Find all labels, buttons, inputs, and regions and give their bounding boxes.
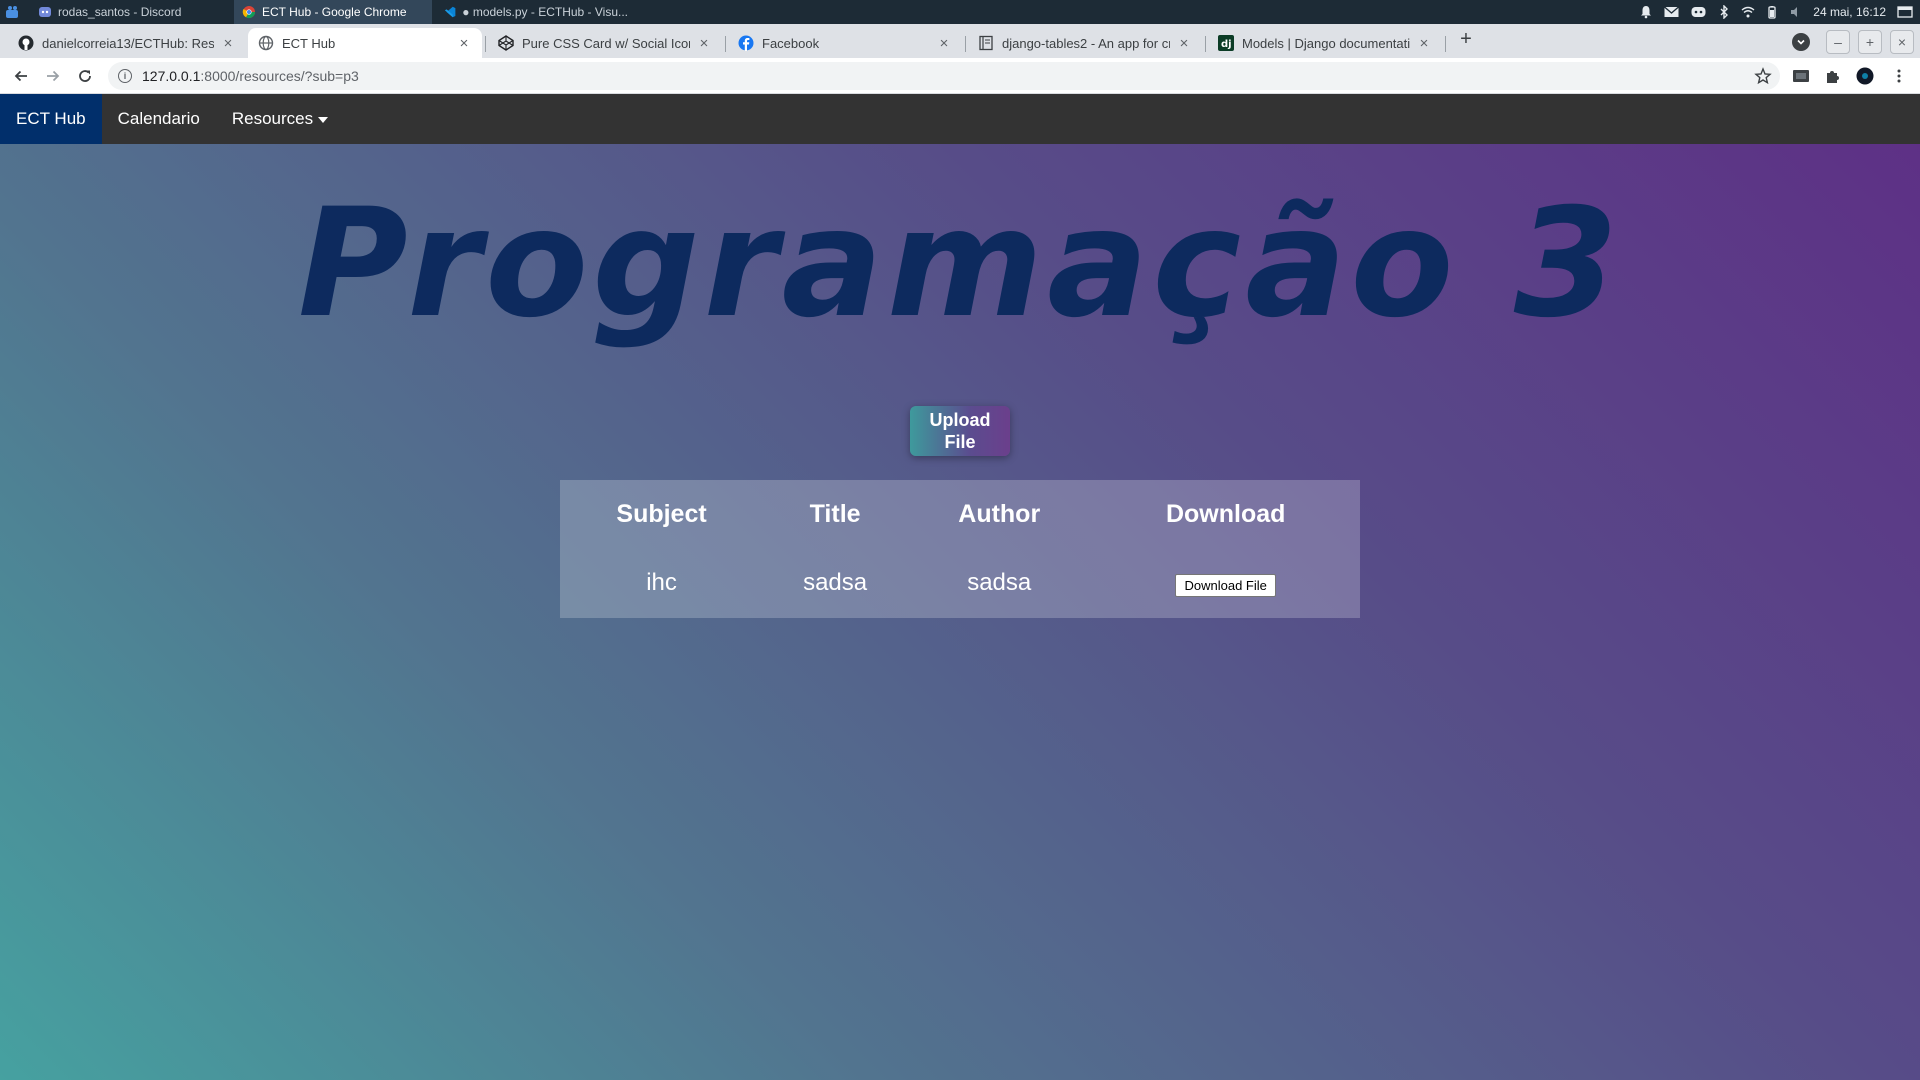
browser-tab-strip: danielcorreia13/ECTHub: Reso × ECT Hub ×… <box>0 24 1920 58</box>
table-row: ihc sadsa sadsa Download File <box>560 548 1360 618</box>
extensions-puzzle-icon[interactable] <box>1824 67 1842 85</box>
vscode-icon <box>444 6 456 18</box>
address-bar[interactable]: i 127.0.0.1:8000/resources/?sub=p3 <box>108 62 1780 90</box>
bookmark-star-icon[interactable] <box>1754 67 1772 85</box>
tab-title: Models | Django documentatio <box>1242 35 1410 51</box>
nav-dropdown-resources[interactable]: Resources <box>216 94 344 144</box>
notification-bell-icon[interactable] <box>1639 5 1653 19</box>
browser-tab-ect-hub[interactable]: ECT Hub × <box>248 28 482 58</box>
close-tab-icon[interactable]: × <box>220 35 236 52</box>
upload-file-button[interactable]: Upload File <box>910 406 1010 456</box>
resources-table: Subject Title Author Download ihc sadsa … <box>560 480 1360 618</box>
tab-title: django-tables2 - An app for cre <box>1002 35 1170 51</box>
tab-search-icon[interactable] <box>1792 33 1810 51</box>
browser-tab-django-tables2[interactable]: django-tables2 - An app for cre × <box>968 28 1202 58</box>
facebook-icon <box>738 35 754 51</box>
tab-title: ECT Hub <box>282 35 336 51</box>
tab-separator <box>725 36 726 52</box>
discord-tray-icon[interactable] <box>1690 5 1707 19</box>
browser-tab-codepen[interactable]: Pure CSS Card w/ Social Icons × <box>488 28 722 58</box>
globe-icon <box>258 35 274 51</box>
page-viewport: ECT Hub Calendario Resources Programação… <box>0 94 1920 1080</box>
tab-title: danielcorreia13/ECTHub: Reso <box>42 35 214 51</box>
column-header-subject: Subject <box>616 499 707 528</box>
start-menu-icon[interactable] <box>4 4 20 20</box>
browser-tab-github[interactable]: danielcorreia13/ECTHub: Reso × <box>8 28 246 58</box>
table-header-row: Subject Title Author Download <box>560 480 1360 548</box>
tab-title: Facebook <box>762 35 820 51</box>
browser-toolbar: i 127.0.0.1:8000/resources/?sub=p3 <box>0 58 1920 94</box>
column-header-author: Author <box>958 499 1041 528</box>
system-tray: 24 mai, 16:12 <box>1639 0 1920 24</box>
taskbar-window-label: ECT Hub - Google Chrome <box>262 5 407 19</box>
close-window-button[interactable]: × <box>1890 30 1914 54</box>
column-header-title: Title <box>809 499 861 528</box>
taskbar-window-discord[interactable]: rodas_santos - Discord <box>30 0 190 24</box>
taskbar-window-chrome[interactable]: ECT Hub - Google Chrome <box>234 0 432 24</box>
tab-separator <box>1205 36 1206 52</box>
close-tab-icon[interactable]: × <box>456 35 472 52</box>
svg-text:dj: dj <box>1221 39 1232 50</box>
wifi-icon[interactable] <box>1741 5 1755 19</box>
maximize-button[interactable]: + <box>1858 30 1882 54</box>
resources-table-container: Subject Title Author Download ihc sadsa … <box>560 480 1360 618</box>
extension-icon[interactable] <box>1792 67 1810 85</box>
discord-icon <box>39 7 51 17</box>
close-tab-icon[interactable]: × <box>936 35 952 52</box>
tab-separator <box>965 36 966 52</box>
browser-tab-facebook[interactable]: Facebook × <box>728 28 962 58</box>
download-file-button[interactable]: Download File <box>1175 574 1276 597</box>
django-icon: dj <box>1218 35 1234 51</box>
show-desktop-icon[interactable] <box>1896 5 1914 19</box>
bluetooth-icon[interactable] <box>1717 5 1731 19</box>
caret-down-icon <box>318 117 329 123</box>
github-icon <box>18 35 34 51</box>
browser-tab-django-docs[interactable]: dj Models | Django documentatio × <box>1208 28 1442 58</box>
nav-link-calendario[interactable]: Calendario <box>102 94 216 144</box>
docs-icon <box>978 35 994 51</box>
url-path: :8000/resources/?sub=p3 <box>200 68 359 84</box>
tab-title: Pure CSS Card w/ Social Icons <box>522 35 690 51</box>
page-title: Programação 3 <box>297 177 1623 351</box>
site-navbar: ECT Hub Calendario Resources <box>0 94 1920 144</box>
mail-icon[interactable] <box>1663 5 1680 19</box>
close-tab-icon[interactable]: × <box>1416 35 1432 52</box>
new-tab-button[interactable]: + <box>1455 28 1477 50</box>
minimize-button[interactable]: – <box>1826 30 1850 54</box>
browser-menu-icon[interactable] <box>1890 67 1908 85</box>
column-header-download: Download <box>1165 499 1286 528</box>
navbar-brand[interactable]: ECT Hub <box>0 94 102 144</box>
close-tab-icon[interactable]: × <box>1176 35 1192 52</box>
taskbar-window-label: rodas_santos - Discord <box>58 5 182 19</box>
window-controls: – + × <box>1792 30 1914 54</box>
back-arrow-icon[interactable] <box>11 66 31 86</box>
cell-download: Download File <box>1091 548 1360 618</box>
tab-separator <box>1445 36 1446 52</box>
os-taskbar: rodas_santos - Discord ECT Hub - Google … <box>0 0 1920 24</box>
battery-icon[interactable] <box>1765 5 1779 19</box>
volume-muted-icon[interactable] <box>1789 5 1803 19</box>
url-host: 127.0.0.1 <box>142 68 201 84</box>
forward-arrow-icon[interactable] <box>43 66 63 86</box>
site-info-icon[interactable]: i <box>118 69 132 83</box>
cell-subject: ihc <box>646 569 677 596</box>
taskbar-window-label: ● models.py - ECTHub - Visu... <box>462 5 628 19</box>
cell-author: sadsa <box>967 569 1032 596</box>
profile-avatar-icon[interactable] <box>1856 67 1874 85</box>
system-clock[interactable]: 24 mai, 16:12 <box>1813 5 1886 19</box>
nav-dropdown-label: Resources <box>231 109 314 128</box>
close-tab-icon[interactable]: × <box>696 35 712 52</box>
chrome-icon <box>242 6 255 19</box>
cell-title: sadsa <box>803 569 868 596</box>
taskbar-window-vscode[interactable]: ● models.py - ECTHub - Visu... <box>436 0 636 24</box>
tab-separator <box>485 36 486 52</box>
codepen-icon <box>498 35 514 51</box>
reload-icon[interactable] <box>75 66 95 86</box>
